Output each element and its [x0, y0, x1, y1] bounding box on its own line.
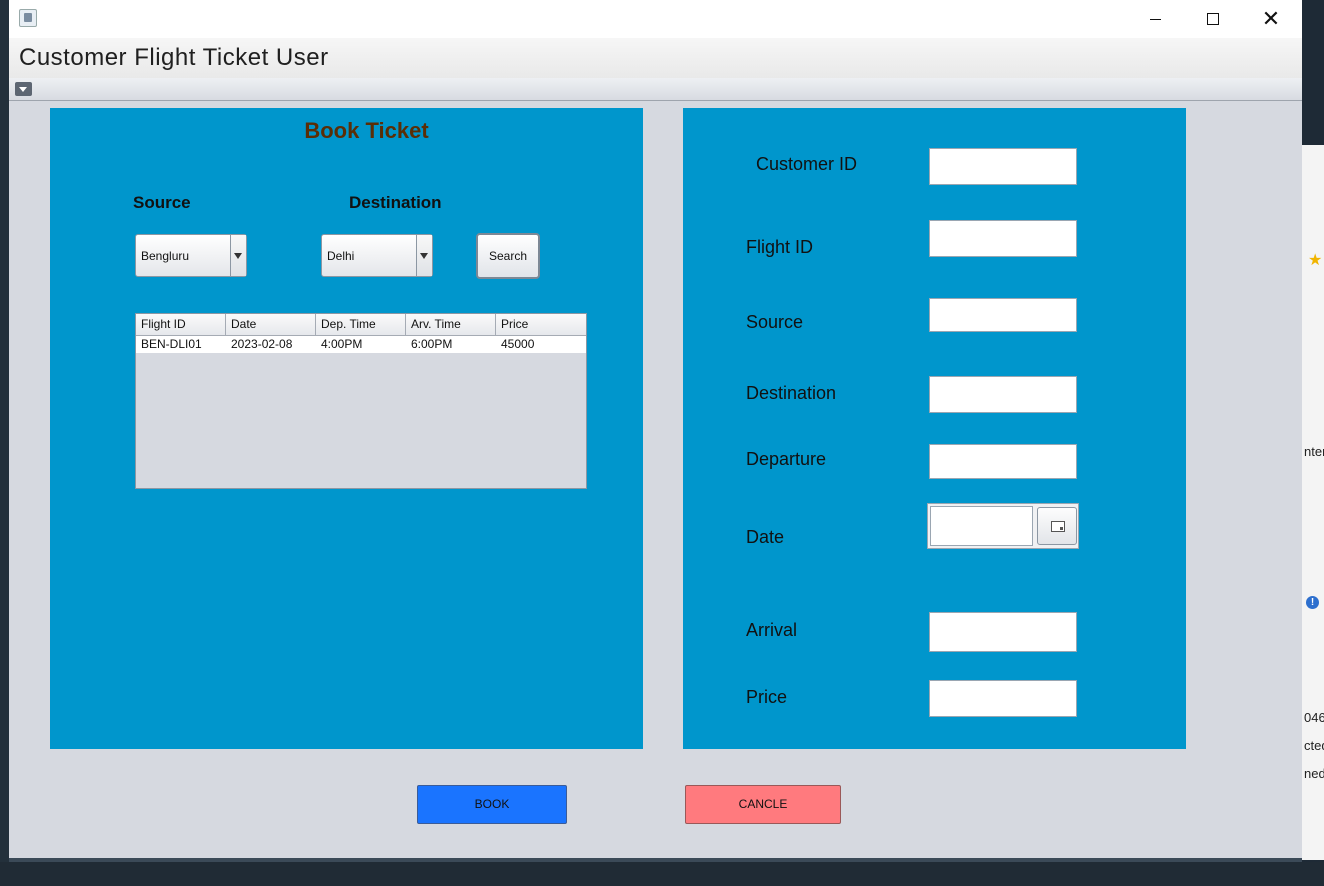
price-label: Price: [746, 687, 788, 707]
destination-dropdown-value: Delhi: [327, 249, 355, 263]
taskbar: [0, 862, 1324, 886]
book-ticket-title: Book Ticket: [304, 118, 429, 143]
maximize-button[interactable]: [1184, 0, 1242, 38]
customer-id-label: Customer ID: [756, 154, 858, 174]
background-text-fragment: ned: [1304, 766, 1324, 781]
search-button[interactable]: Search: [476, 233, 540, 279]
date-field[interactable]: [930, 506, 1033, 546]
internal-frame-toolbar: [9, 78, 1302, 101]
table-cell: 2023-02-08: [231, 337, 293, 351]
menu-dropdown-icon[interactable]: [15, 82, 32, 96]
minimize-icon: [1149, 19, 1161, 20]
date-label: Date: [746, 527, 785, 547]
chevron-down-icon[interactable]: [230, 235, 246, 276]
chevron-down-icon[interactable]: [416, 235, 432, 276]
window-bottom-border: [9, 858, 1302, 862]
source-dropdown-value: Bengluru: [141, 249, 190, 263]
calendar-button[interactable]: [1037, 507, 1077, 545]
flight-id-field[interactable]: [929, 220, 1077, 257]
background-text-fragment: 046: [1304, 710, 1324, 725]
table-row[interactable]: BEN-DLI01 2023-02-08 4:00PM 6:00PM 45000: [136, 336, 586, 353]
maximize-icon: [1207, 13, 1219, 25]
table-cell: 4:00PM: [321, 337, 363, 351]
java-app-icon: [19, 9, 37, 27]
internal-frame-header: Customer Flight Ticket User: [9, 38, 1302, 79]
title-bar: ✕: [9, 0, 1302, 38]
customer-id-field[interactable]: [929, 148, 1077, 185]
table-cell: 45000: [501, 337, 535, 351]
destination-label: Destination: [349, 193, 442, 212]
destination-field-label: Destination: [746, 383, 837, 403]
column-header[interactable]: Dep. Time: [316, 314, 406, 335]
table-cell: 6:00PM: [411, 337, 453, 351]
table-header: Flight ID Date Dep. Time Arv. Time Price: [136, 314, 586, 336]
desktop-background-left: [0, 0, 9, 886]
minimize-button[interactable]: [1126, 0, 1184, 38]
arrival-field[interactable]: [929, 612, 1077, 652]
departure-field[interactable]: [929, 444, 1077, 479]
cancel-button[interactable]: CANCLE: [685, 785, 841, 824]
ticket-details-panel: Customer ID Flight ID Source Destination…: [683, 108, 1186, 749]
flight-table: Flight ID Date Dep. Time Arv. Time Price…: [135, 313, 587, 489]
source-label: Source: [133, 193, 191, 212]
column-header[interactable]: Price: [496, 314, 586, 335]
source-field[interactable]: [929, 298, 1077, 332]
window-title: Customer Flight Ticket User: [19, 44, 329, 71]
info-icon: !: [1306, 596, 1319, 609]
column-header[interactable]: Arv. Time: [406, 314, 496, 335]
date-picker: [927, 503, 1079, 549]
close-icon: ✕: [1261, 6, 1281, 31]
price-field[interactable]: [929, 680, 1077, 717]
close-button[interactable]: ✕: [1242, 0, 1300, 38]
destination-field[interactable]: [929, 376, 1077, 413]
book-button[interactable]: BOOK: [417, 785, 567, 824]
destination-dropdown[interactable]: Delhi: [321, 234, 433, 277]
table-cell: BEN-DLI01: [141, 337, 202, 351]
app-window: ✕ Customer Flight Ticket User Book Ticke…: [9, 0, 1302, 862]
calendar-icon: [1051, 521, 1065, 532]
book-ticket-panel: Book Ticket Source Destination Bengluru …: [50, 108, 643, 749]
column-header[interactable]: Flight ID: [136, 314, 226, 335]
source-field-label: Source: [746, 312, 804, 332]
background-text-fragment: cted: [1304, 738, 1324, 753]
arrival-label: Arrival: [746, 620, 798, 640]
departure-label: Departure: [746, 449, 827, 469]
background-text-fragment: ntem: [1304, 444, 1324, 459]
star-icon: ★: [1308, 252, 1323, 269]
flight-id-label: Flight ID: [746, 237, 814, 257]
column-header[interactable]: Date: [226, 314, 316, 335]
source-dropdown[interactable]: Bengluru: [135, 234, 247, 277]
